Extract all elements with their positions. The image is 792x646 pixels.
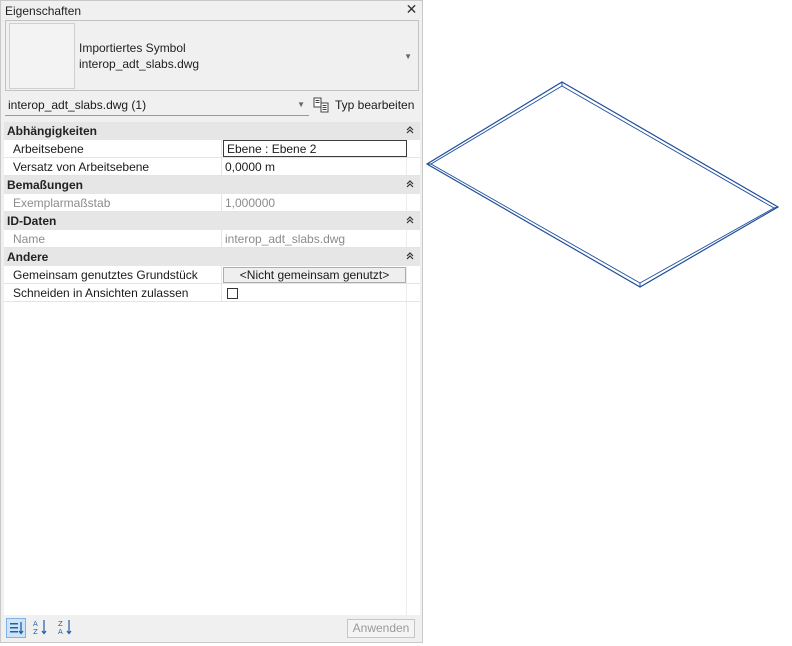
sort-by-group-button[interactable]	[6, 618, 26, 638]
column-separator	[221, 230, 222, 248]
palette-title: Eigenschaften	[5, 4, 82, 18]
property-row-shared-site[interactable]: Gemeinsam genutztes Grundstück <Nicht ge…	[4, 266, 420, 284]
scale-value: 1,000000	[225, 196, 276, 210]
model-viewport[interactable]	[425, 0, 792, 643]
column-separator	[221, 158, 222, 176]
work-plane-field[interactable]: Ebene : Ebene 2	[223, 140, 407, 157]
svg-text:A: A	[33, 620, 38, 628]
group-label: Bemaßungen	[7, 178, 84, 192]
close-icon[interactable]: ✕	[404, 1, 419, 17]
property-row-name: Name interop_adt_slabs.dwg	[4, 230, 420, 248]
column-separator	[221, 140, 222, 158]
group-label: ID-Daten	[7, 214, 57, 228]
group-other[interactable]: Andere	[4, 248, 420, 266]
type-selector-preview[interactable]: Importiertes Symbol interop_adt_slabs.dw…	[5, 20, 419, 91]
edit-type-button[interactable]: Typ bearbeiten	[313, 96, 417, 115]
svg-text:Z: Z	[58, 620, 63, 628]
edit-type-icon	[313, 97, 329, 113]
collapse-icon[interactable]	[404, 124, 416, 136]
chevron-down-icon[interactable]: ▼	[297, 100, 305, 109]
chevron-down-icon[interactable]: ▼	[404, 52, 412, 61]
instance-filter-value: interop_adt_slabs.dwg (1)	[8, 98, 147, 112]
offset-value[interactable]: 0,0000 m	[225, 160, 275, 174]
group-constraints[interactable]: Abhängigkeiten	[4, 122, 420, 140]
selected-slab[interactable]	[425, 81, 780, 288]
palette-footer: A Z Z A Anwenden	[4, 616, 420, 641]
property-name: Name	[13, 232, 46, 246]
shared-site-button[interactable]: <Nicht gemeinsam genutzt>	[223, 267, 406, 283]
property-row-scale: Exemplarmaßstab 1,000000	[4, 194, 420, 212]
cut-in-views-checkbox[interactable]	[227, 288, 238, 299]
group-dimensions[interactable]: Bemaßungen	[4, 176, 420, 194]
name-value: interop_adt_slabs.dwg	[225, 232, 346, 246]
sort-za-icon: Z A	[58, 620, 72, 636]
property-name: Versatz von Arbeitsebene	[13, 160, 150, 174]
property-name: Arbeitsebene	[13, 142, 84, 156]
property-row-work-plane[interactable]: Arbeitsebene Ebene : Ebene 2	[4, 140, 420, 158]
collapse-icon[interactable]	[404, 178, 416, 190]
family-name: Importiertes Symbol	[79, 41, 186, 55]
sort-ascending-button[interactable]: A Z	[31, 618, 51, 638]
palette-titlebar[interactable]: Eigenschaften ✕	[1, 1, 422, 20]
property-name: Gemeinsam genutztes Grundstück	[13, 268, 198, 282]
type-thumbnail	[9, 23, 75, 89]
property-name: Exemplarmaßstab	[13, 196, 111, 210]
instance-filter-dropdown[interactable]: interop_adt_slabs.dwg (1) ▼	[5, 95, 309, 116]
apply-button[interactable]: Anwenden	[347, 619, 415, 638]
group-label: Andere	[7, 250, 49, 264]
sort-az-icon: A Z	[33, 620, 47, 636]
properties-grid: Abhängigkeiten Arbeitsebene Ebene : Eben…	[4, 122, 420, 615]
svg-text:A: A	[58, 628, 63, 636]
collapse-icon[interactable]	[404, 214, 416, 226]
type-name: interop_adt_slabs.dwg	[79, 57, 200, 71]
group-label: Abhängigkeiten	[7, 124, 98, 138]
column-separator	[221, 194, 222, 212]
property-name: Schneiden in Ansichten zulassen	[13, 286, 189, 300]
group-sort-icon	[10, 622, 24, 635]
collapse-icon[interactable]	[404, 250, 416, 262]
property-row-cut-in-views[interactable]: Schneiden in Ansichten zulassen	[4, 284, 420, 302]
edit-type-label: Typ bearbeiten	[335, 98, 415, 112]
sort-descending-button[interactable]: Z A	[56, 618, 76, 638]
svg-text:Z: Z	[33, 628, 38, 636]
properties-palette: Eigenschaften ✕ Importiertes Symbol inte…	[0, 0, 423, 643]
property-row-offset[interactable]: Versatz von Arbeitsebene 0,0000 m	[4, 158, 420, 176]
column-separator	[221, 284, 222, 302]
viewport-canvas[interactable]	[425, 0, 792, 643]
group-identity[interactable]: ID-Daten	[4, 212, 420, 230]
column-separator	[221, 266, 222, 284]
